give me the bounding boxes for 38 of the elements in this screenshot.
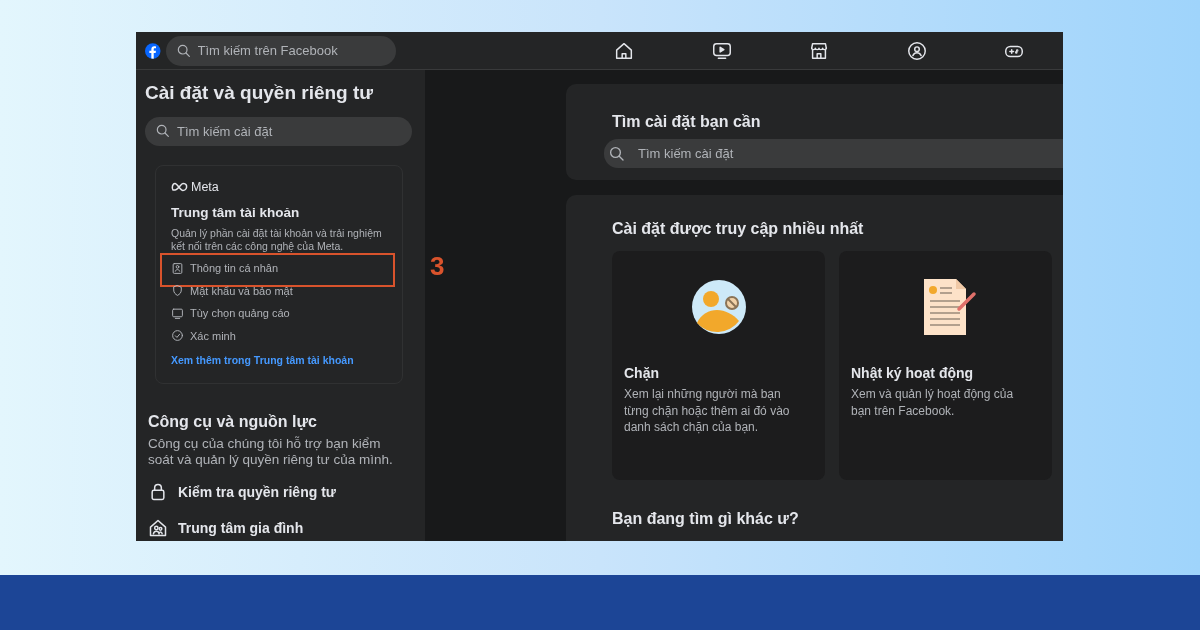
description: Quản lý phần cài đặt tài khoản và trải nghiệm kết nối trên các công nghệ của Meta. (171, 226, 383, 254)
section-title: Trung tâm tài khoản (171, 203, 301, 222)
account-center-link[interactable]: Xem thêm trong Trung tâm tài khoản (171, 353, 354, 369)
menu-item[interactable]: Mật khẩu và bảo mật (171, 279, 388, 303)
search-field[interactable]: Tìm kiếm cài đặt (145, 116, 412, 146)
description: Công cụ của chúng tôi hỗ trợ bạn kiểm soát và quản lý quyền riêng tư của mình. (148, 436, 394, 469)
search-icon (608, 144, 626, 163)
section-title: Cài đặt được truy cập nhiều nhất (612, 219, 865, 239)
search-field[interactable]: Tìm kiếm trên Facebook (165, 35, 396, 66)
card-description: Xem lại những người mà bạn từng chặn hoặc thêm ai đó vào danh sách chặn của bạn. (624, 386, 791, 436)
id-card-icon (171, 261, 184, 275)
lock-icon (148, 482, 168, 503)
shield-icon (171, 284, 184, 298)
page-title: Cài đặt và quyền riêng tư (145, 82, 375, 105)
menu-item[interactable]: Xác minh (171, 324, 388, 348)
group-icon[interactable] (905, 39, 928, 62)
menu-item[interactable]: Tùy chọn quảng cáo (171, 302, 388, 325)
search-icon (175, 42, 192, 59)
monitor-icon (171, 306, 184, 320)
setting-card[interactable]: Nhật ký hoạt động Xem và quản lý hoạt động của bạn trên Facebook. (839, 251, 1052, 480)
section-title: Tìm cài đặt bạn cần (612, 112, 762, 132)
card-description: Xem và quản lý hoạt động của bạn trên Facebook. (851, 386, 1015, 420)
setting-card[interactable]: Chặn Xem lại những người mà bạn từng chặn hoặc thêm ai đó vào danh sách chặn của bạn. (612, 251, 825, 480)
search-field[interactable]: Tìm kiếm cài đặt (604, 139, 1063, 168)
search-icon (155, 123, 171, 140)
menu-item[interactable]: Thông tin cá nhân (171, 257, 388, 280)
check-circle-icon (171, 329, 184, 343)
meta-logo-icon (171, 182, 189, 193)
blocked-person-icon (690, 279, 747, 335)
card-title: Nhật ký hoạt động (851, 364, 975, 383)
menu-item[interactable]: Trung tâm gia đình (148, 510, 413, 541)
step-number: 3 (430, 253, 445, 280)
brand-name: Meta (191, 178, 219, 196)
section-title: Công cụ và nguồn lực (148, 412, 318, 433)
card-title: Chặn (624, 364, 660, 383)
family-home-icon (148, 518, 168, 539)
section-title: Bạn đang tìm gì khác ư? (612, 509, 800, 529)
menu-item[interactable]: Kiểm tra quyền riêng tư (148, 474, 413, 511)
